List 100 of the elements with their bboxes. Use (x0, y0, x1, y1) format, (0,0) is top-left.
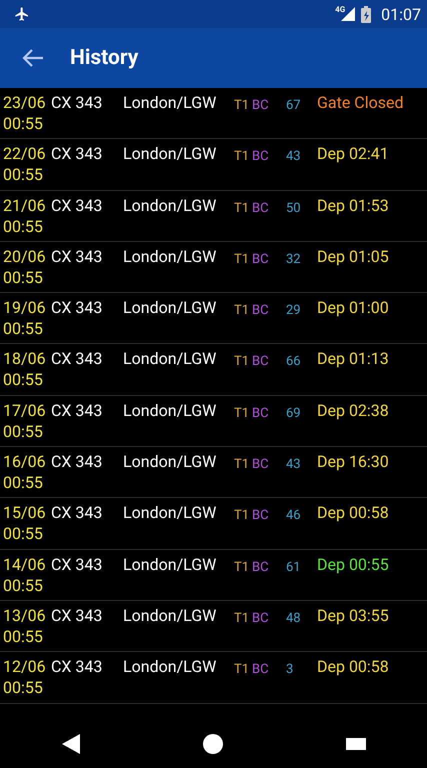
check-in-counter: BC (252, 250, 269, 269)
flight-time: 00:55 (3, 678, 43, 698)
check-in-counter: BC (252, 200, 269, 218)
network-type: 4G (335, 5, 346, 14)
flight-time: 00:55 (3, 473, 43, 494)
flight-row[interactable]: 15/06 CX 343 London/LGW T1 BC 46 Dep 00:58 00:55 (0, 498, 427, 550)
flight-row[interactable]: 21/06 CX 343 London/LGW T1 BC 50 Dep 01:53 00:55 (0, 190, 427, 242)
flight-row[interactable]: 14/06 CX 343 London/LGW T1 BC 61 Dep 00:55 00:55 (0, 550, 427, 601)
flight-time: 00:55 (3, 165, 43, 186)
flight-status: Dep 00:58 (317, 503, 389, 524)
home-icon[interactable] (202, 734, 222, 754)
destination: London/LGW (123, 503, 216, 524)
flight-date: 16/06 (3, 452, 46, 472)
flight-date: 14/06 (3, 554, 46, 575)
flight-date: 22/06 (3, 144, 46, 164)
flight-number: CX 343 (51, 196, 102, 216)
gate-number: 29 (286, 302, 301, 320)
terminal: T1 (234, 507, 250, 526)
flight-number: CX 343 (51, 657, 102, 678)
flight-row[interactable]: 17/06 CX 343 London/LGW T1 BC 69 Dep 02:38 00:55 (0, 396, 427, 448)
battery-icon (361, 6, 372, 22)
flight-row[interactable]: 20/06 CX 343 London/LGW T1 BC 32 Dep 01:05 00:55 (0, 242, 427, 294)
flight-status: Dep 01:53 (317, 196, 389, 216)
flight-date: 15/06 (3, 503, 46, 524)
gate-number: 50 (286, 200, 301, 218)
flight-row[interactable]: 18/06 CX 343 London/LGW T1 BC 66 Dep 01:13 00:55 (0, 344, 427, 396)
flight-number: CX 343 (51, 349, 102, 370)
clock: 01:07 (381, 4, 421, 24)
flight-status: Dep 00:58 (317, 657, 389, 678)
flight-number: CX 343 (51, 554, 102, 575)
flight-row[interactable]: 19/06 CX 343 London/LGW T1 BC 29 Dep 01:00 00:55 (0, 293, 427, 344)
flight-time: 00:55 (3, 626, 43, 647)
flight-number: CX 343 (51, 246, 102, 267)
flight-number: CX 343 (51, 400, 102, 421)
back-icon[interactable] (62, 734, 80, 754)
terminal: T1 (234, 97, 250, 115)
flight-number: CX 343 (51, 144, 102, 164)
flight-number: CX 343 (51, 452, 102, 472)
flight-time: 00:55 (3, 576, 43, 596)
gate-number: 43 (286, 148, 301, 166)
flight-status: Dep 03:55 (317, 606, 389, 626)
terminal: T1 (234, 456, 250, 474)
flight-number: CX 343 (51, 93, 102, 113)
flight-row[interactable]: 13/06 CX 343 London/LGW T1 BC 48 Dep 03:55 00:55 (0, 600, 427, 652)
terminal: T1 (234, 148, 250, 166)
flight-time: 00:55 (3, 216, 43, 237)
terminal: T1 (234, 200, 250, 218)
recents-icon[interactable] (346, 738, 366, 750)
destination: London/LGW (123, 349, 216, 370)
flight-status: Dep 01:13 (317, 349, 389, 370)
flight-row[interactable]: 12/06 CX 343 London/LGW T1 BC 3 Dep 00:58 00:55 (0, 652, 427, 704)
flight-row[interactable]: 23/06 CX 343 London/LGW T1 BC 67 Gate Closed 00:55 (0, 88, 427, 140)
destination: London/LGW (123, 196, 216, 216)
flight-time: 00:55 (3, 319, 43, 340)
flight-time: 00:55 (3, 524, 43, 544)
destination: London/LGW (123, 657, 216, 678)
check-in-counter: BC (252, 507, 269, 526)
terminal: T1 (234, 404, 250, 423)
flight-number: CX 343 (51, 606, 102, 626)
flight-row[interactable]: 16/06 CX 343 London/LGW T1 BC 43 Dep 16:30 00:55 (0, 447, 427, 498)
gate-number: 3 (286, 661, 294, 680)
check-in-counter: BC (252, 610, 269, 628)
flight-status: Dep 00:55 (317, 554, 389, 575)
flight-time: 00:55 (3, 114, 43, 134)
destination: London/LGW (123, 606, 216, 626)
flight-date: 21/06 (3, 196, 46, 216)
flight-status: Dep 02:38 (317, 400, 389, 421)
flight-date: 19/06 (3, 298, 46, 318)
screen-title: History (70, 46, 138, 70)
flight-time: 00:55 (3, 370, 43, 390)
flight-time: 00:55 (3, 268, 43, 288)
gate-number: 69 (286, 404, 301, 423)
check-in-counter: BC (252, 148, 269, 166)
destination: London/LGW (123, 400, 216, 421)
gate-number: 32 (286, 250, 301, 269)
flight-date: 23/06 (3, 93, 46, 113)
flight-status: Gate Closed (317, 93, 404, 113)
gate-number: 43 (286, 456, 301, 474)
flight-number: CX 343 (51, 298, 102, 318)
terminal: T1 (234, 558, 250, 577)
check-in-counter: BC (252, 302, 269, 320)
check-in-counter: BC (252, 404, 269, 423)
terminal: T1 (234, 353, 250, 372)
destination: London/LGW (123, 93, 216, 113)
check-in-counter: BC (252, 353, 269, 372)
flight-date: 13/06 (3, 606, 46, 626)
check-in-counter: BC (252, 661, 269, 680)
flight-status: Dep 01:00 (317, 298, 389, 318)
flight-date: 20/06 (3, 246, 46, 267)
gate-number: 46 (286, 507, 301, 526)
terminal: T1 (234, 250, 250, 269)
flight-status: Dep 16:30 (317, 452, 389, 472)
flight-row[interactable]: 22/06 CX 343 London/LGW T1 BC 43 Dep 02:41 00:55 (0, 139, 427, 191)
flight-status: Dep 01:05 (317, 246, 389, 267)
check-in-counter: BC (252, 558, 269, 577)
flight-date: 12/06 (3, 657, 46, 678)
flight-time: 00:55 (3, 422, 43, 442)
flight-date: 18/06 (3, 349, 46, 370)
gate-number: 66 (286, 353, 301, 372)
gate-number: 61 (286, 558, 301, 577)
